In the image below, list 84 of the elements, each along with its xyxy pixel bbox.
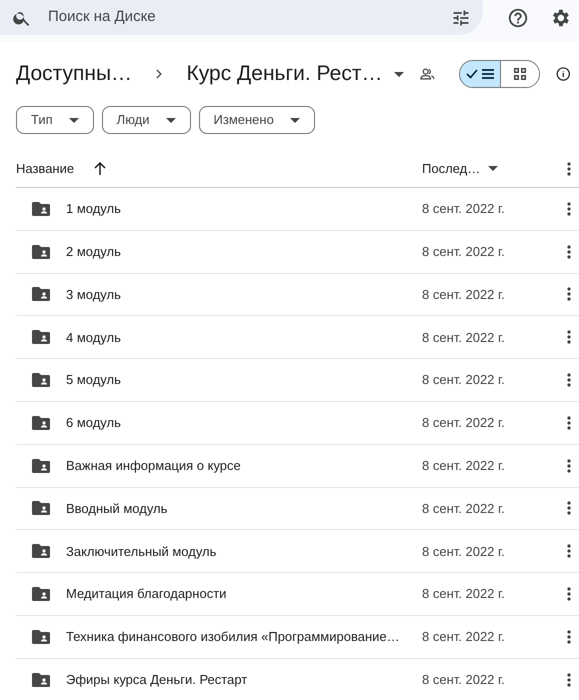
modified-date: 8 сент. 2022 г. <box>422 628 506 646</box>
shared-folder-icon <box>32 630 50 644</box>
more-vertical-icon[interactable] <box>567 587 571 602</box>
modified-date: 8 сент. 2022 г. <box>422 670 506 689</box>
folder-name: Эфиры курса Деньги. Рестарт <box>66 670 248 689</box>
shared-folder-icon <box>32 244 50 259</box>
shared-folder-icon <box>32 458 50 473</box>
list-icon <box>482 69 494 79</box>
folder-row[interactable]: Техника финансового изобилия «Программирование… 8 сент. 2022 г. <box>16 616 579 659</box>
modified-date: 8 сент. 2022 г. <box>422 371 506 390</box>
modified-date: 8 сент. 2022 г. <box>422 585 506 604</box>
folder-row[interactable]: Важная информация о курсе 8 сент. 2022 г. <box>16 444 579 488</box>
caret-icon <box>68 118 79 122</box>
more-vertical-icon[interactable] <box>567 244 571 259</box>
info-icon[interactable] <box>556 65 571 83</box>
grid-icon <box>514 68 526 80</box>
shared-folder-icon <box>32 373 50 388</box>
current-folder-button[interactable]: Курс Деньги. Рест… <box>186 58 404 90</box>
modified-date: 8 сент. 2022 г. <box>422 242 506 261</box>
help-icon[interactable] <box>507 6 529 28</box>
caret-icon <box>488 166 498 171</box>
folder-name: Техника финансового изобилия «Программирование… <box>66 628 400 646</box>
more-vertical-icon[interactable] <box>567 544 571 558</box>
folder-name: 6 модуль <box>66 414 121 432</box>
more-vertical-icon[interactable] <box>567 162 571 176</box>
folder-row[interactable]: 4 модуль 8 сент. 2022 г. <box>16 316 579 360</box>
caret-icon <box>290 118 300 122</box>
check-icon <box>466 69 478 79</box>
folder-row[interactable]: 2 модуль 8 сент. 2022 г. <box>16 230 579 274</box>
more-vertical-icon[interactable] <box>567 672 571 687</box>
modified-date: 8 сент. 2022 г. <box>422 200 506 218</box>
caret-icon <box>394 72 404 76</box>
more-vertical-icon[interactable] <box>567 416 571 430</box>
folder-name: 5 модуль <box>66 371 121 390</box>
modified-date: 8 сент. 2022 г. <box>422 414 506 432</box>
folder-row[interactable]: Медитация благодарности 8 сент. 2022 г. <box>16 573 579 616</box>
more-vertical-icon[interactable] <box>567 630 571 644</box>
more-vertical-icon[interactable] <box>567 458 571 473</box>
chevron-right-icon <box>156 68 163 80</box>
shared-folder-icon <box>32 330 50 344</box>
folder-row[interactable]: Эфиры курса Деньги. Рестарт 8 сент. 2022 г. <box>16 658 579 700</box>
folder-row[interactable]: 1 модуль 8 сент. 2022 г. <box>16 188 579 231</box>
modified-date: 8 сент. 2022 г. <box>422 500 506 518</box>
shared-folder-icon <box>32 202 50 216</box>
shared-folder-icon <box>32 416 50 430</box>
folder-row[interactable]: 3 модуль 8 сент. 2022 г. <box>16 274 579 316</box>
modified-date: 8 сент. 2022 г. <box>422 456 506 475</box>
filter-chip[interactable]: Тип <box>16 106 94 134</box>
folder-name: Вводный модуль <box>66 500 168 518</box>
shared-folder-icon <box>32 287 50 302</box>
more-vertical-icon[interactable] <box>567 373 571 388</box>
column-header[interactable]: Послед… <box>422 158 567 178</box>
filter-sliders-icon[interactable] <box>451 8 471 28</box>
list-view-toggle[interactable] <box>460 61 500 87</box>
shared-folder-icon <box>32 544 50 558</box>
shared-folder-icon <box>32 587 50 602</box>
folder-row[interactable]: 6 модуль 8 сент. 2022 г. <box>16 402 579 445</box>
more-vertical-icon[interactable] <box>567 330 571 344</box>
modified-date: 8 сент. 2022 г. <box>422 328 506 347</box>
folder-name: 2 модуль <box>66 242 121 261</box>
folder-row[interactable]: Заключительный модуль 8 сент. 2022 г. <box>16 530 579 574</box>
grid-view-toggle[interactable] <box>500 61 540 87</box>
breadcrumb-link[interactable]: Доступны… <box>16 58 132 90</box>
more-vertical-icon[interactable] <box>567 287 571 302</box>
column-header[interactable]: Название <box>16 158 106 178</box>
search-field[interactable]: Поиск на Диске <box>0 0 483 35</box>
folder-name: 4 модуль <box>66 328 121 347</box>
folder-name: Важная информация о курсе <box>66 456 241 475</box>
modified-date: 8 сент. 2022 г. <box>422 542 506 561</box>
folder-name: Медитация благодарности <box>66 585 226 604</box>
caret-icon <box>166 118 176 122</box>
folder-row[interactable]: 5 модуль 8 сент. 2022 г. <box>16 359 579 402</box>
modified-date: 8 сент. 2022 г. <box>422 286 506 304</box>
shared-folder-icon <box>32 501 50 516</box>
shared-folder-icon <box>32 672 50 687</box>
more-vertical-icon[interactable] <box>567 202 571 216</box>
folder-name: Заключительный модуль <box>66 542 216 561</box>
people-icon[interactable] <box>420 67 436 81</box>
folder-row[interactable]: Вводный модуль 8 сент. 2022 г. <box>16 488 579 530</box>
folder-name: 1 модуль <box>66 200 121 218</box>
folder-name: 3 модуль <box>66 286 121 304</box>
more-vertical-icon[interactable] <box>567 501 571 516</box>
filter-chip[interactable]: Изменено <box>198 106 315 134</box>
filter-chip[interactable]: Люди <box>102 106 191 134</box>
